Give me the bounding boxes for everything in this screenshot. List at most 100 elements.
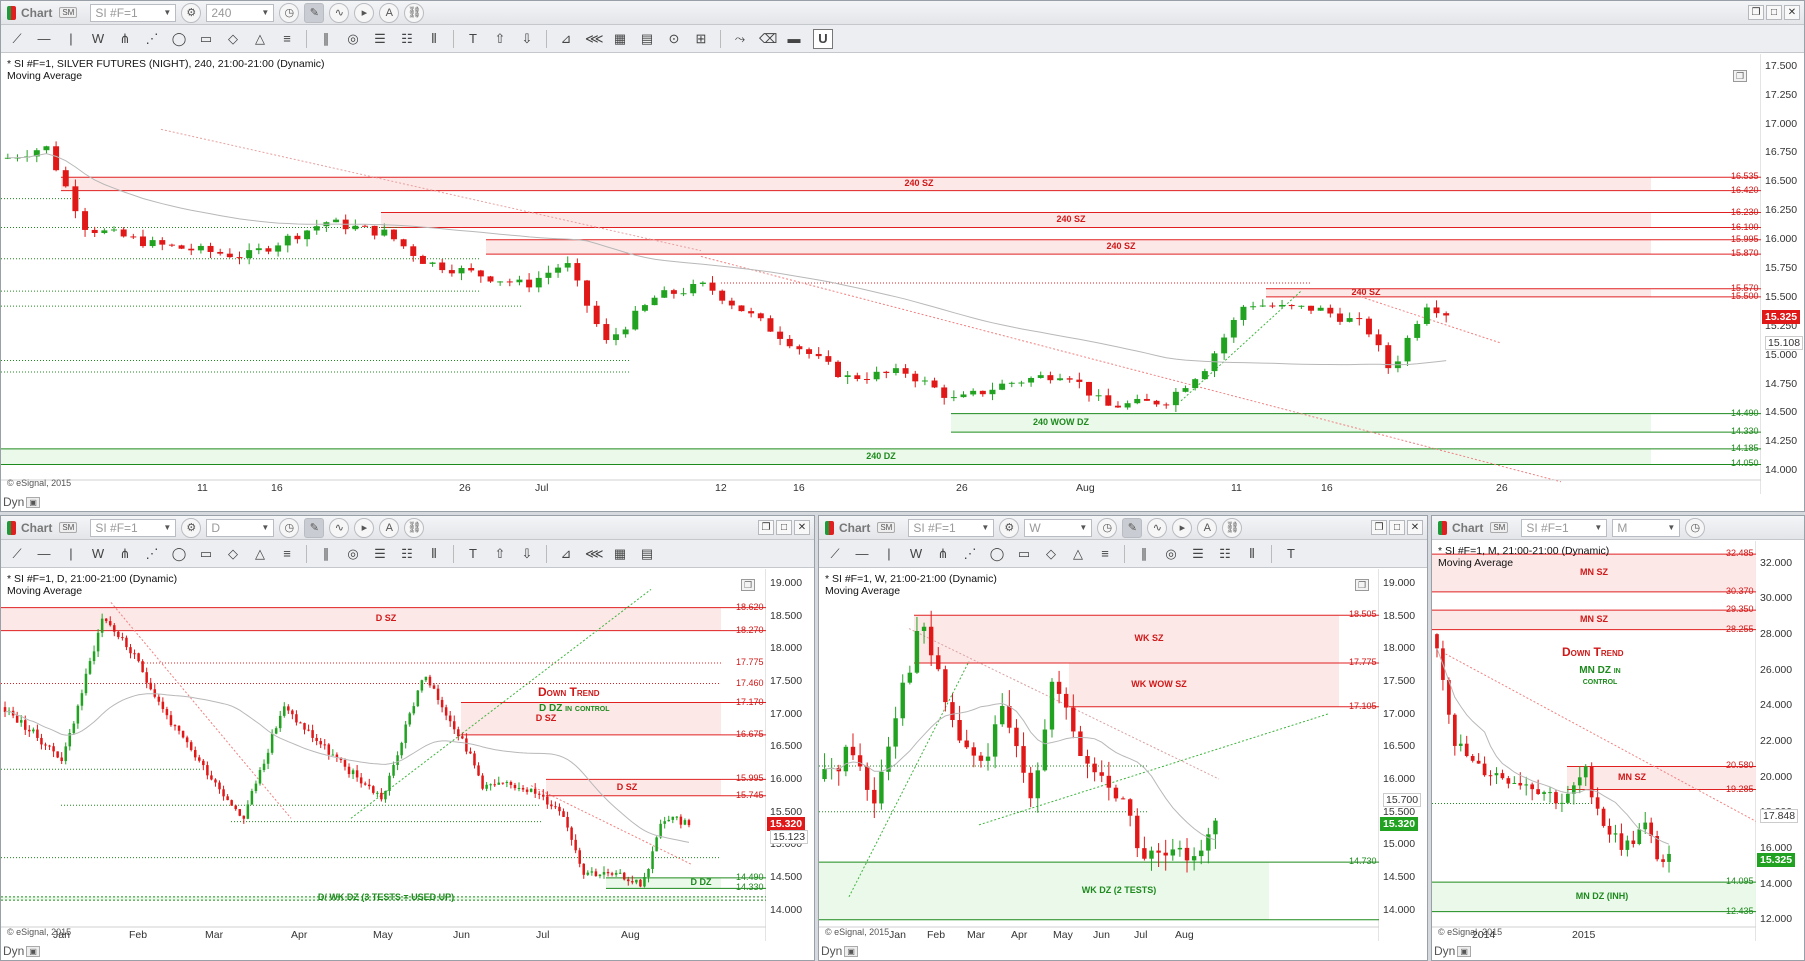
pane-restore-icon[interactable]: ❐ (741, 579, 755, 591)
interval-input[interactable]: D ▼ (206, 518, 275, 537)
wave-tool-icon[interactable]: W (90, 31, 106, 46)
dyn-button[interactable]: Dyn ▣ (3, 495, 40, 509)
diamond-tool-icon[interactable]: ◇ (225, 546, 241, 562)
restore-icon[interactable]: ❐ (758, 520, 774, 535)
symbol-input[interactable]: SI #F=1 ▼ (908, 518, 995, 537)
fib-ext-tool-icon[interactable]: ☷ (399, 546, 415, 562)
maximize-icon[interactable]: □ (776, 520, 792, 535)
price-chart-daily[interactable] (1, 569, 766, 941)
ellipse-tool-icon[interactable]: ◯ (171, 546, 187, 562)
text-tool-icon[interactable]: T (465, 31, 481, 46)
dyn-button[interactable]: Dyn ▣ (3, 944, 40, 958)
triangle-tool-icon[interactable]: △ (252, 546, 268, 562)
text-tool-icon[interactable]: T (1283, 546, 1299, 561)
channel-tool-icon[interactable]: ≡ (1097, 546, 1113, 561)
parallel-tool-icon[interactable]: ∥ (1136, 546, 1152, 562)
cycle-tool-icon[interactable]: ⫴ (1244, 546, 1260, 562)
vline-tool-icon[interactable]: | (63, 546, 79, 561)
hline-tool-icon[interactable]: — (854, 546, 870, 561)
arrow-down-tool-icon[interactable]: ⇩ (519, 546, 535, 562)
symbol-input[interactable]: SI #F=1 ▼ (90, 518, 177, 537)
arrow-down-tool-icon[interactable]: ⇩ (519, 31, 535, 47)
fib-tool-icon[interactable]: ☰ (372, 31, 388, 47)
target-tool-icon[interactable]: ◎ (1163, 546, 1179, 562)
vline-tool-icon[interactable]: | (881, 546, 897, 561)
alert-icon[interactable]: A (379, 517, 400, 538)
sync-icon[interactable]: SM (877, 522, 896, 533)
ellipse-tool-icon[interactable]: ◯ (171, 31, 187, 47)
dyn-button[interactable]: Dyn ▣ (1434, 944, 1471, 958)
close-icon[interactable]: ✕ (1407, 520, 1423, 535)
fib-tool-icon[interactable]: ☰ (1190, 546, 1206, 562)
sync-icon[interactable]: SM (1490, 522, 1509, 533)
diamond-tool-icon[interactable]: ◇ (225, 31, 241, 47)
sync-icon[interactable]: SM (59, 7, 78, 18)
maximize-icon[interactable]: □ (1389, 520, 1405, 535)
settings-icon[interactable]: ⚙ (181, 2, 202, 23)
interval-input[interactable]: 240 ▼ (206, 3, 275, 22)
wave-tool-icon[interactable]: W (908, 546, 924, 561)
chart-area-weekly[interactable]: * SI #F=1, W, 21:00-21:00 (Dynamic) Movin… (819, 569, 1427, 960)
settings-icon[interactable]: ⚙ (999, 517, 1020, 538)
circle-tool-icon[interactable]: ⊙ (666, 31, 682, 47)
interval-input[interactable]: W ▼ (1024, 518, 1093, 537)
restore-icon[interactable]: ❐ (1748, 5, 1764, 20)
rectangle-tool-icon[interactable]: ▭ (1016, 546, 1032, 562)
clock-icon[interactable]: ◷ (279, 2, 300, 23)
arrow-up-tool-icon[interactable]: ⇧ (492, 546, 508, 562)
price-chart-monthly[interactable] (1432, 541, 1756, 941)
close-icon[interactable]: ✕ (1784, 5, 1800, 20)
vline-tool-icon[interactable]: | (63, 31, 79, 46)
target-tool-icon[interactable]: ◎ (345, 546, 361, 562)
pitchfork-tool-icon[interactable]: ⋔ (935, 546, 951, 562)
measure-tool-icon[interactable]: ⊿ (558, 31, 574, 47)
triangle-tool-icon[interactable]: △ (1070, 546, 1086, 562)
cycle-tool-icon[interactable]: ⫴ (426, 31, 442, 47)
cycle-tool-icon[interactable]: ⫴ (426, 546, 442, 562)
restore-icon[interactable]: ❐ (1371, 520, 1387, 535)
fib-tool-icon[interactable]: ☰ (372, 546, 388, 562)
gann-tool-icon[interactable]: ⋘ (585, 546, 604, 562)
draw-pencil-icon[interactable]: ✎ (1122, 517, 1143, 538)
line-tool-icon[interactable]: ⟋ (9, 31, 25, 47)
link-icon[interactable]: ⛓ (404, 2, 425, 23)
hline-tool-icon[interactable]: — (36, 546, 52, 561)
trend-tool-icon[interactable]: ⤳ (732, 31, 748, 47)
draw-pencil-icon[interactable]: ✎ (304, 2, 325, 23)
clock-icon[interactable]: ◷ (1685, 517, 1706, 538)
parallel-tool-icon[interactable]: ∥ (318, 546, 334, 562)
measure-tool-icon[interactable]: ⊿ (558, 546, 574, 562)
channel-tool-icon[interactable]: ≡ (279, 31, 295, 46)
link-icon[interactable]: ⛓ (1222, 517, 1243, 538)
eraser-tool-icon[interactable]: ⌫ (759, 31, 777, 47)
grid-tool-icon[interactable]: ▦ (612, 546, 628, 562)
fan-tool-icon[interactable]: ⋰ (144, 31, 160, 47)
pane-restore-icon[interactable]: ❐ (1355, 579, 1369, 591)
target-tool-icon[interactable]: ◎ (345, 31, 361, 47)
price-chart-240[interactable] (1, 54, 1761, 494)
rectangle-tool-icon[interactable]: ▭ (198, 546, 214, 562)
pti-tool-icon[interactable]: ⊞ (693, 31, 709, 47)
gann-tool-icon[interactable]: ⋘ (585, 31, 604, 47)
study-icon[interactable]: ∿ (1147, 517, 1168, 538)
grid-tool-icon[interactable]: ▦ (612, 31, 628, 47)
study-icon[interactable]: ∿ (329, 2, 350, 23)
pitchfork-tool-icon[interactable]: ⋔ (117, 546, 133, 562)
mob-tool-icon[interactable]: ▤ (639, 546, 655, 562)
sync-icon[interactable]: SM (59, 522, 78, 533)
comment-tool-icon[interactable]: ▬ (786, 31, 802, 46)
line-tool-icon[interactable]: ⟋ (827, 546, 843, 562)
dyn-button[interactable]: Dyn ▣ (821, 944, 858, 958)
wave-tool-icon[interactable]: W (90, 546, 106, 561)
rectangle-tool-icon[interactable]: ▭ (198, 31, 214, 47)
fib-ext-tool-icon[interactable]: ☷ (1217, 546, 1233, 562)
draw-pencil-icon[interactable]: ✎ (304, 517, 325, 538)
clock-icon[interactable]: ◷ (1097, 517, 1118, 538)
alert-icon[interactable]: A (379, 2, 400, 23)
study-icon[interactable]: ∿ (329, 517, 350, 538)
fib-ext-tool-icon[interactable]: ☷ (399, 31, 415, 47)
fan-tool-icon[interactable]: ⋰ (144, 546, 160, 562)
pane-restore-icon[interactable]: ❐ (1733, 70, 1747, 82)
chart-area-240[interactable]: * SI #F=1, SILVER FUTURES (NIGHT), 240, … (1, 54, 1804, 511)
line-tool-icon[interactable]: ⟋ (9, 546, 25, 562)
